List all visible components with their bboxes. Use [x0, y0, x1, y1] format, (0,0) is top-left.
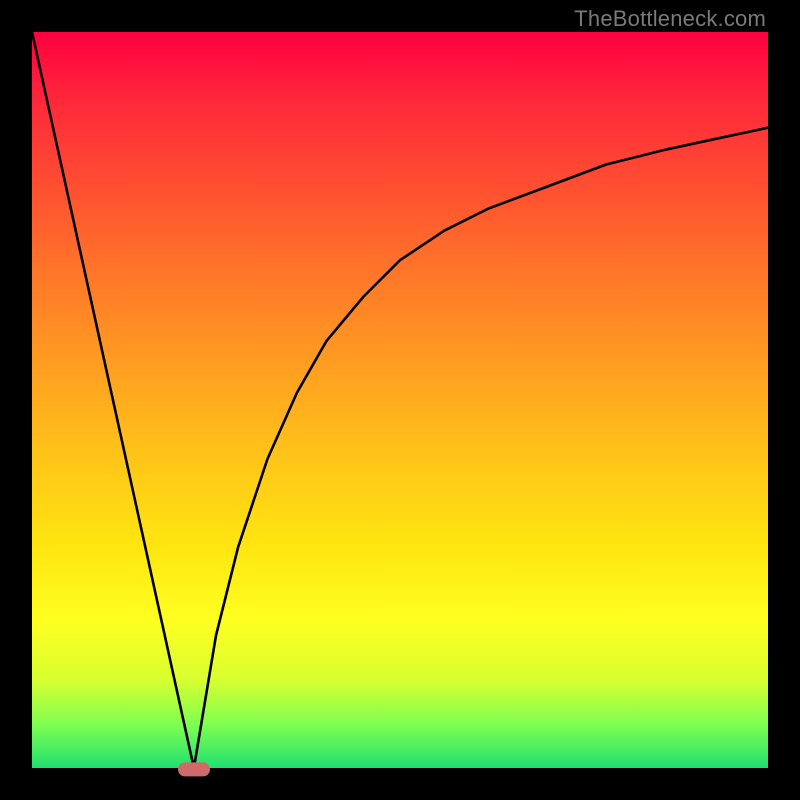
bottleneck-curve [32, 32, 768, 768]
chart-frame: TheBottleneck.com [0, 0, 800, 800]
curve-path [32, 32, 768, 768]
min-marker [178, 762, 210, 776]
watermark-text: TheBottleneck.com [574, 6, 766, 32]
plot-area [32, 32, 768, 768]
